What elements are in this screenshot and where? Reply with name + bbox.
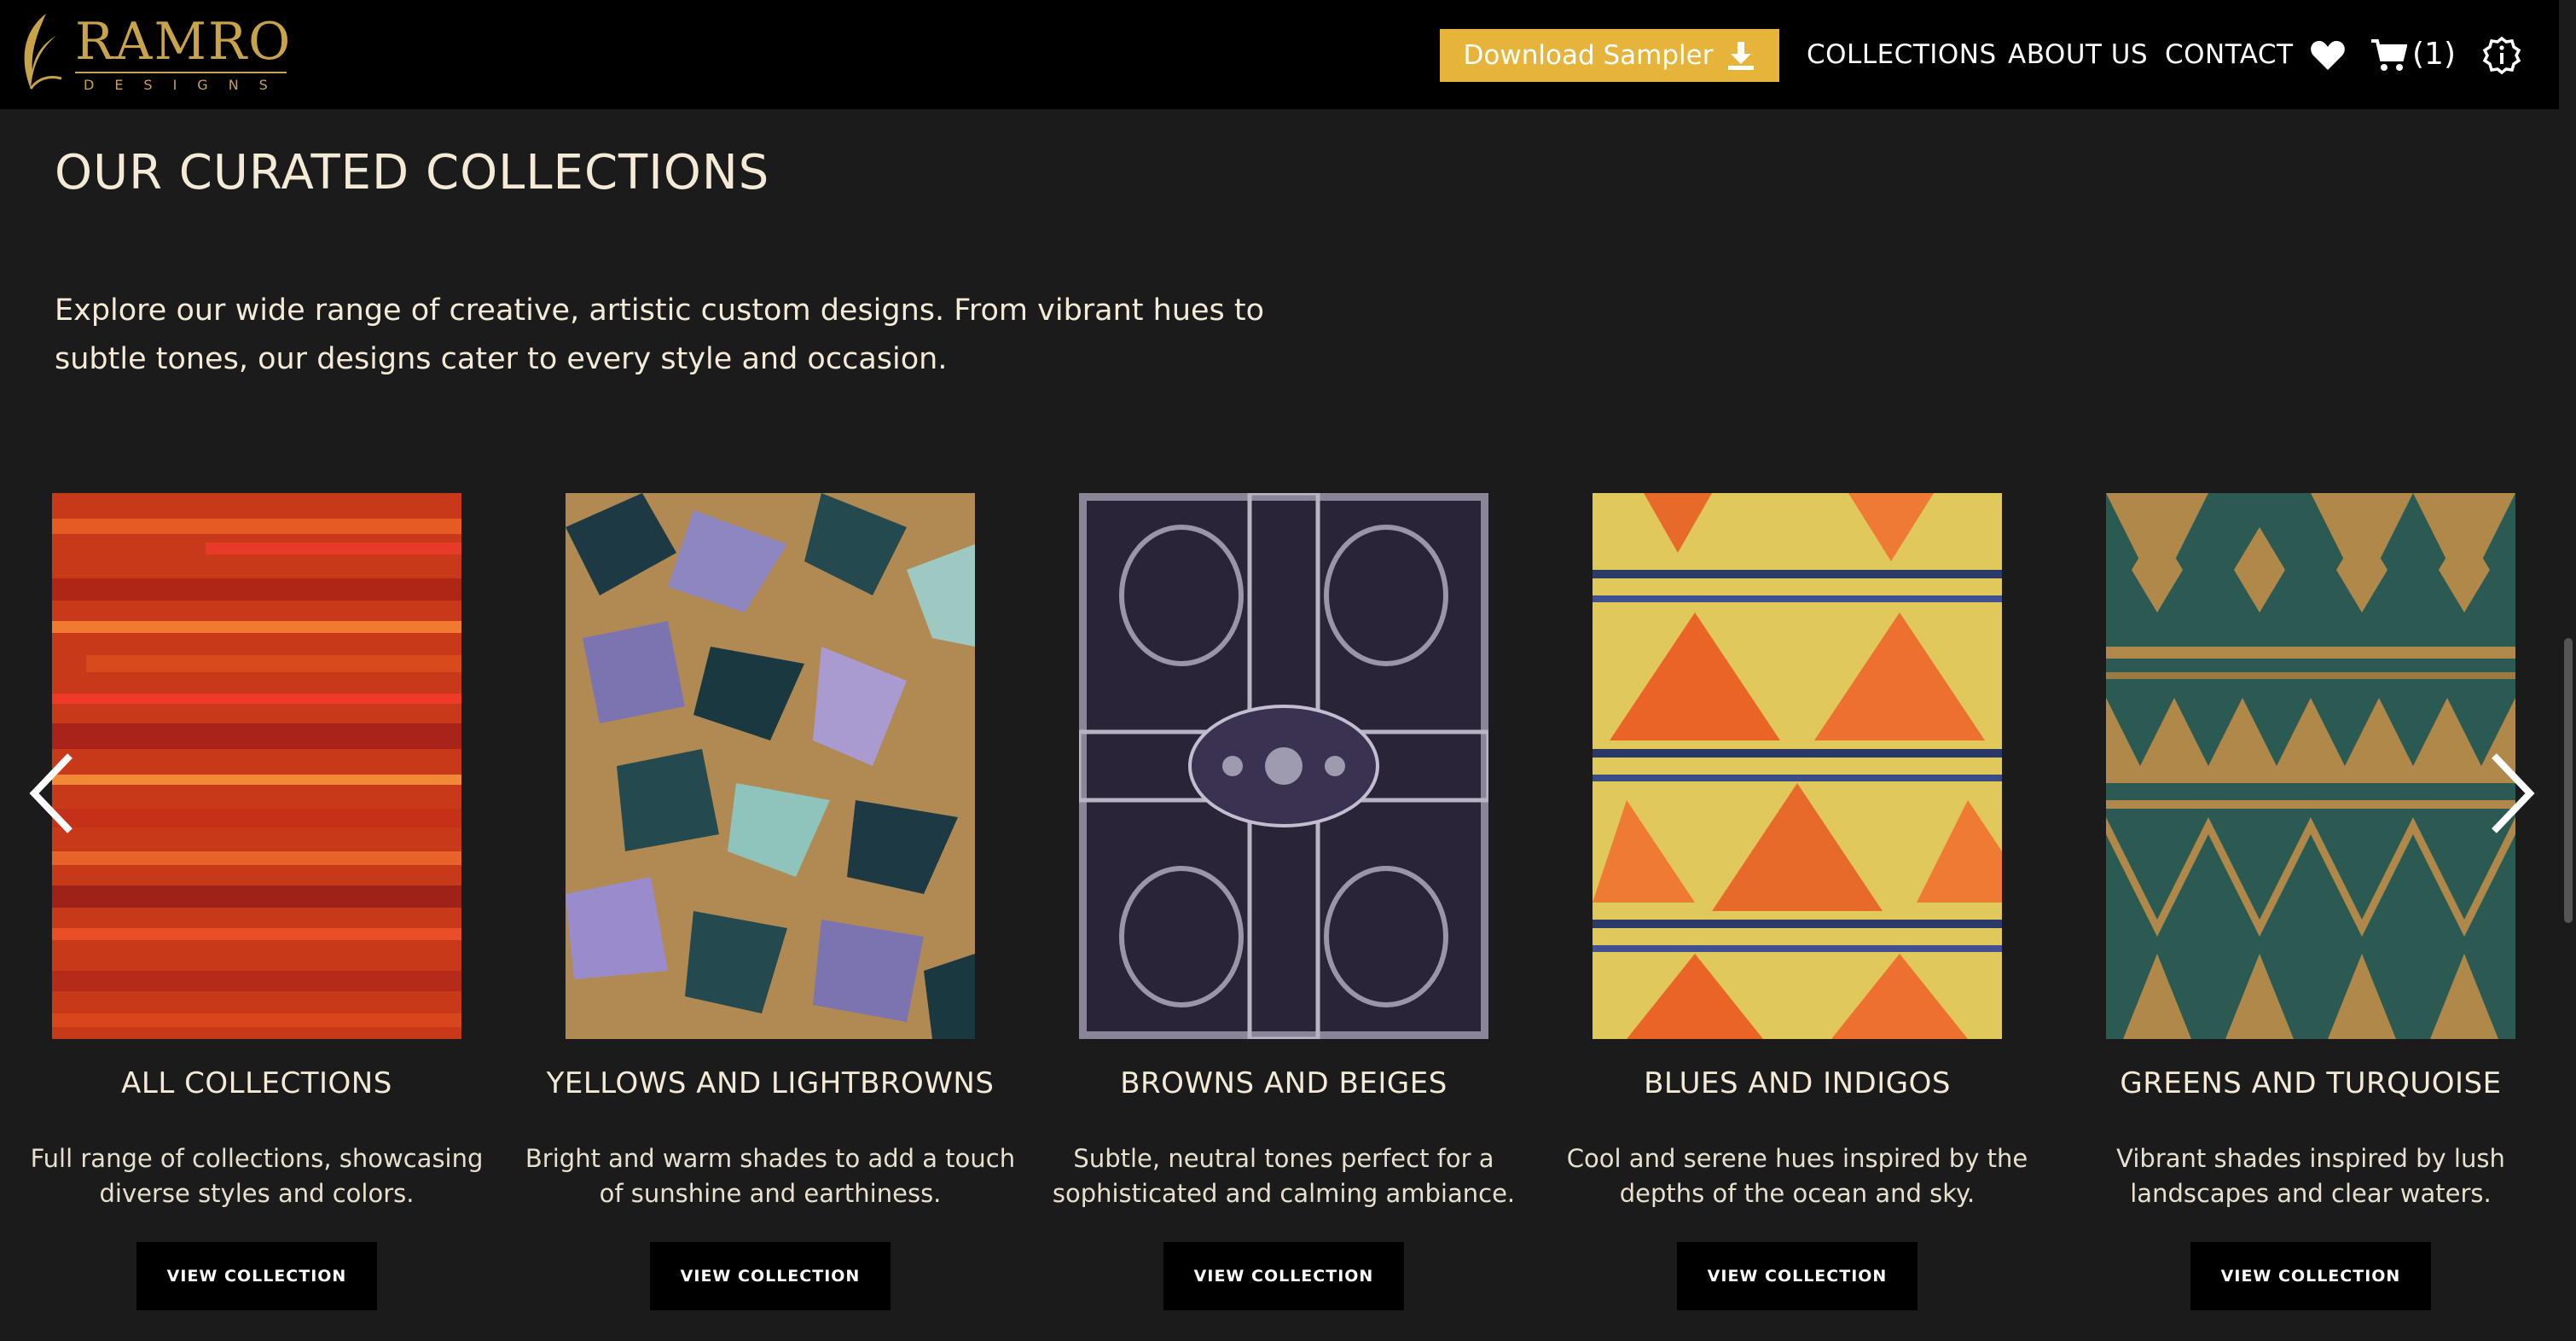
collection-title: ALL COLLECTIONS [121,1066,392,1100]
desc-line-2: diverse styles and colors. [99,1179,415,1208]
download-icon [1728,42,1755,70]
page-scrollbar[interactable] [2564,638,2573,923]
desc-line-2: of sunshine and earthiness. [599,1179,942,1208]
view-collection-button[interactable]: VIEW COLLECTION [1677,1242,1917,1310]
carousel-next-button[interactable] [2486,751,2537,836]
collection-description: Subtle, neutral tones perfect for a soph… [1027,1141,1540,1211]
page-title: OUR CURATED COLLECTIONS [55,145,770,200]
info-icon[interactable] [2482,36,2521,75]
cart-icon[interactable] [2370,38,2407,73]
brand-tagline: DESIGNS [84,77,288,93]
collection-description: Full range of collections, showcasing di… [0,1141,513,1211]
brand-name: RAMRO [75,12,293,72]
download-sampler-label: Download Sampler [1463,40,1714,71]
collection-image-yellows[interactable] [566,493,975,1039]
desc-line-1: Cool and serene hues inspired by the [1566,1144,2028,1173]
logo-divider [75,72,287,73]
collection-title: YELLOWS AND LIGHTBROWNS [546,1066,995,1100]
collection-image-browns[interactable] [1079,493,1488,1039]
cart-count: (1) [2412,37,2456,72]
desc-line-2: sophisticated and calming ambiance. [1052,1179,1516,1208]
feather-logo-icon [24,14,62,90]
download-sampler-button[interactable]: Download Sampler [1440,29,1779,82]
desc-line-1: Bright and warm shades to add a touch [525,1144,1016,1173]
site-header: RAMRO DESIGNS Download Sampler COLLECTIO… [0,0,2559,109]
collection-image-blues[interactable] [1593,493,2002,1039]
collection-description: Bright and warm shades to add a touch of… [513,1141,1027,1211]
view-collection-button[interactable]: VIEW COLLECTION [2190,1242,2431,1310]
desc-line-1: Vibrant shades inspired by lush [2116,1144,2505,1173]
heart-icon[interactable] [2310,39,2346,72]
desc-line-1: Subtle, neutral tones perfect for a [1073,1144,1494,1173]
carousel-prev-button[interactable] [27,751,78,836]
desc-line-2: depths of the ocean and sky. [1619,1179,1976,1208]
section-intro: Explore our wide range of creative, arti… [55,287,1334,384]
collection-title: BLUES AND INDIGOS [1644,1066,1951,1100]
desc-line-1: Full range of collections, showcasing [30,1144,484,1173]
desc-line-2: landscapes and clear waters. [2130,1179,2492,1208]
nav-collections[interactable]: COLLECTIONS [1807,38,1997,72]
chevron-right-icon [2492,753,2535,833]
nav-contact[interactable]: CONTACT [2165,38,2294,72]
collection-title: BROWNS AND BEIGES [1120,1066,1448,1100]
intro-line-2: subtle tones, our designs cater to every… [55,342,948,376]
chevron-left-icon [29,753,73,833]
view-collection-button[interactable]: VIEW COLLECTION [650,1242,891,1310]
footer-edge [0,1321,2559,1341]
intro-line-1: Explore our wide range of creative, arti… [55,293,1265,328]
collection-image-greens[interactable] [2106,493,2515,1039]
collection-description: Cool and serene hues inspired by the dep… [1540,1141,2054,1211]
brand-logo[interactable]: RAMRO DESIGNS [12,10,290,97]
nav-about-us[interactable]: ABOUT US [2008,38,2148,72]
view-collection-button[interactable]: VIEW COLLECTION [136,1242,377,1310]
collection-image-all[interactable] [52,493,461,1039]
collection-description: Vibrant shades inspired by lush landscap… [2054,1141,2567,1211]
view-collection-button[interactable]: VIEW COLLECTION [1163,1242,1404,1310]
collection-title: GREENS AND TURQUOISE [2120,1066,2502,1100]
